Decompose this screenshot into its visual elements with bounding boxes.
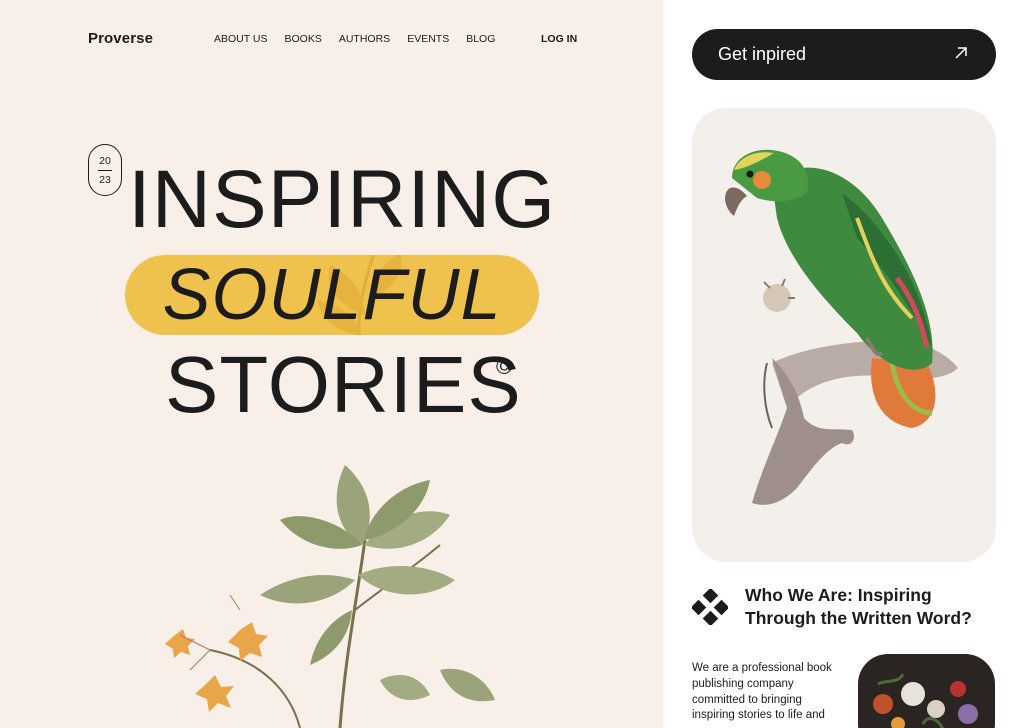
year-badge: 20 23 bbox=[88, 144, 122, 196]
nav-events[interactable]: EVENTS bbox=[407, 33, 449, 45]
parrot-illustration-card bbox=[692, 108, 996, 562]
year-top: 20 bbox=[99, 155, 111, 167]
nav-books[interactable]: BOOKS bbox=[284, 33, 321, 45]
main-nav: ABOUT US BOOKS AUTHORS EVENTS BLOG bbox=[214, 33, 495, 45]
headline-line-2: SOULFUL bbox=[162, 255, 502, 335]
year-divider bbox=[98, 170, 112, 171]
arrow-up-right-icon bbox=[955, 47, 967, 59]
get-inspired-button[interactable]: Get inpired bbox=[692, 29, 996, 80]
about-description: We are a professional book publishing co… bbox=[692, 662, 832, 722]
headline-line-1: INSPIRING bbox=[128, 154, 557, 245]
parrot-illustration bbox=[725, 149, 958, 505]
logo[interactable]: Proverse bbox=[88, 30, 153, 47]
diamond-cluster-icon bbox=[692, 589, 728, 625]
nav-about-us[interactable]: ABOUT US bbox=[214, 33, 267, 45]
headline-line-3: STORIES bbox=[165, 340, 522, 429]
nav-blog[interactable]: BLOG bbox=[466, 33, 495, 45]
nav-authors[interactable]: AUTHORS bbox=[339, 33, 390, 45]
copyright-symbol: © bbox=[496, 354, 513, 379]
flower-painting bbox=[873, 673, 978, 728]
hero-panel: Proverse ABOUT US BOOKS AUTHORS EVENTS B… bbox=[0, 0, 663, 728]
flower-painting-card bbox=[858, 654, 995, 728]
about-title: Who We Are: Inspiring Through the Writte… bbox=[745, 585, 972, 628]
year-bottom: 23 bbox=[99, 174, 111, 186]
botanical-plant-illustration bbox=[165, 465, 495, 728]
headline-highlight-pill: SOULFUL bbox=[125, 255, 539, 335]
get-inspired-label: Get inpired bbox=[718, 44, 807, 64]
login-link[interactable]: LOG IN bbox=[541, 33, 577, 45]
